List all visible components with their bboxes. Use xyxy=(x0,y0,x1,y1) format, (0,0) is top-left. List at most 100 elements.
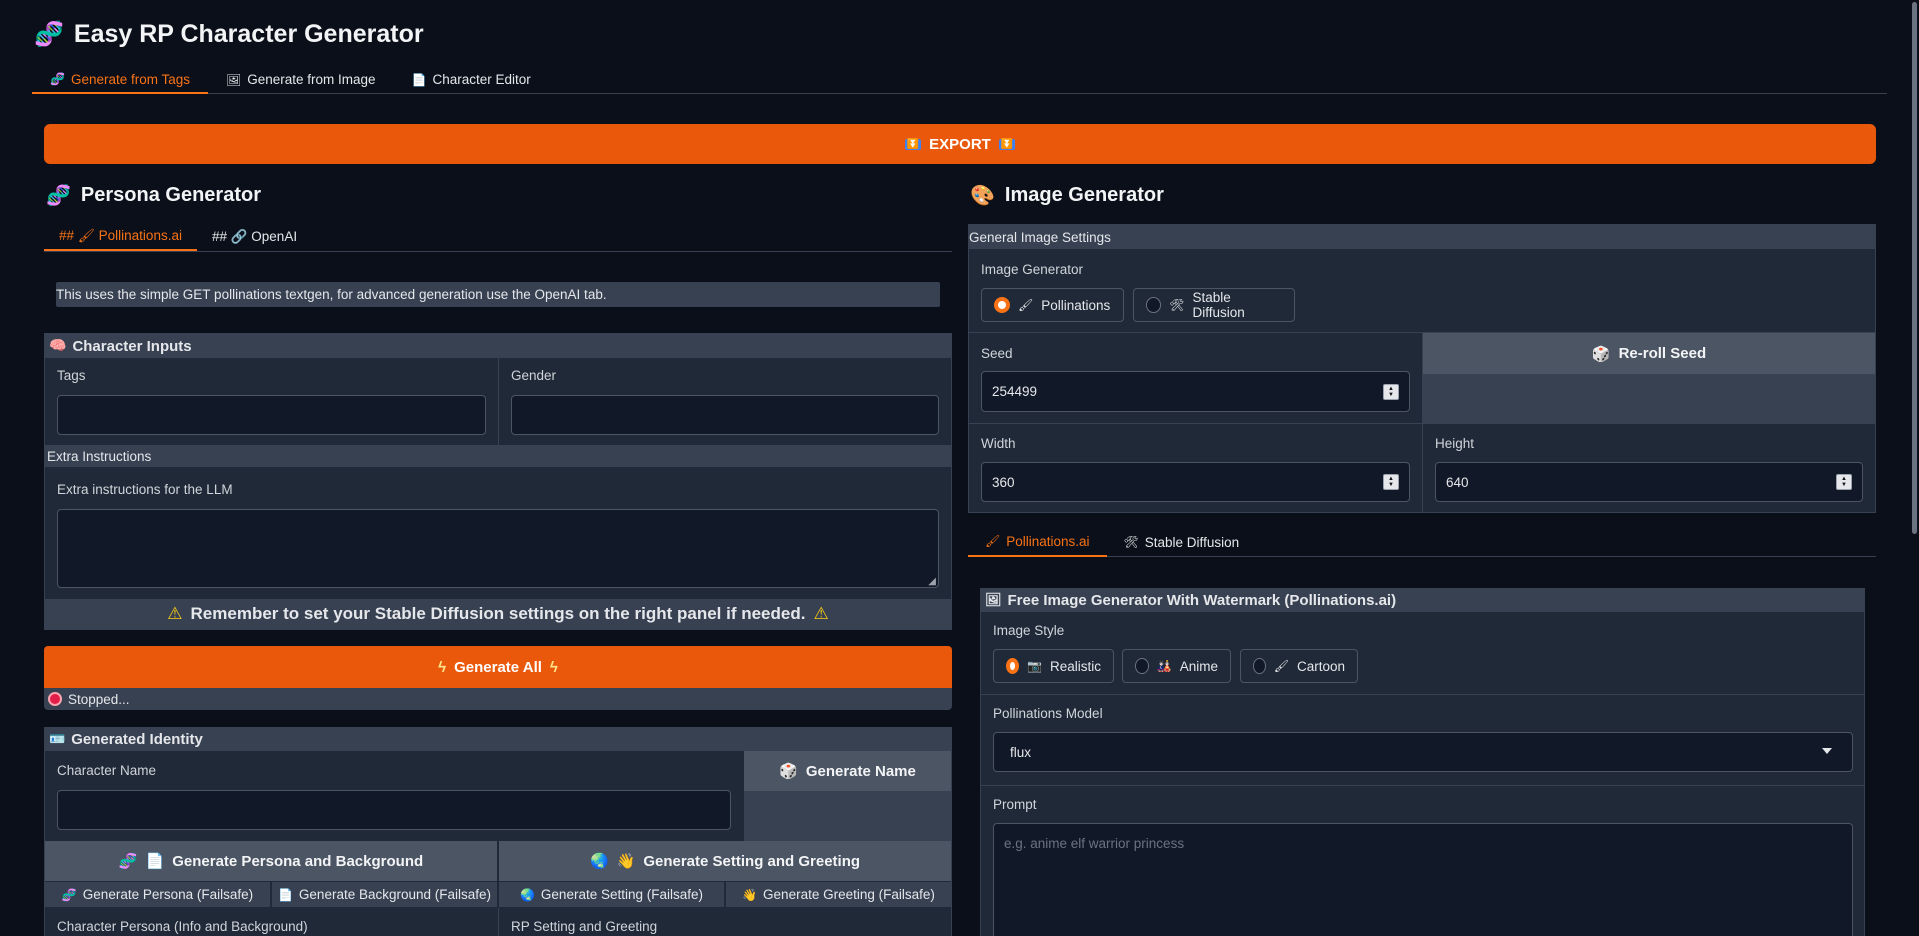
resize-handle-icon[interactable]: ◢ xyxy=(928,576,936,587)
radio-unselected-icon xyxy=(1253,658,1266,674)
globe-icon: 🌏 xyxy=(519,887,535,902)
page-icon: 📄 xyxy=(277,887,293,902)
dna-icon: 🧬 xyxy=(46,183,71,207)
width-label: Width xyxy=(981,436,1016,451)
tab-generate-from-image[interactable]: 🖼 Generate from Image xyxy=(208,66,394,93)
reroll-filler xyxy=(1423,374,1875,423)
brush-icon: 🖌 xyxy=(1273,659,1289,673)
generate-greeting-failsafe-button[interactable]: 👋 Generate Greeting (Failsafe) xyxy=(726,882,951,907)
generated-identity-header: 🪪 Generated Identity xyxy=(45,728,951,751)
dropdown-arrow-icon xyxy=(1822,748,1832,754)
waving-hand-icon: 👋 xyxy=(742,887,758,902)
dna-icon: 🧬 xyxy=(50,72,65,86)
main-tabs: 🧬 Generate from Tags 🖼 Generate from Ima… xyxy=(32,66,1887,94)
radio-selected-icon xyxy=(994,297,1010,313)
double-down-arrow-icon: ⏬ xyxy=(904,138,922,150)
divider xyxy=(969,423,1875,424)
radio-unselected-icon xyxy=(1135,658,1149,674)
persona-tabs: ## 🖌 Pollinations.ai ## 🔗 OpenAI xyxy=(44,223,952,252)
extra-instructions-label: Extra instructions for the LLM xyxy=(57,482,233,497)
seed-input[interactable]: 254499 ▲ ▼ xyxy=(981,371,1410,412)
general-image-settings-panel: General Image Settings Image Generator 🖌… xyxy=(968,224,1876,513)
divider xyxy=(981,785,1864,786)
warning-icon: ⚠ xyxy=(813,604,829,624)
radio-stable-diffusion[interactable]: 🛠 Stable Diffusion xyxy=(1133,288,1295,322)
status-bar: Stopped... xyxy=(44,688,952,710)
image-generator-label: Image Generator xyxy=(981,262,1084,277)
generate-persona-failsafe-button[interactable]: 🧬 Generate Persona (Failsafe) xyxy=(45,882,271,907)
picture-icon: 🖼 xyxy=(226,72,242,87)
gender-input[interactable] xyxy=(511,395,939,435)
radio-selected-icon xyxy=(1006,658,1020,674)
persona-generator-title: 🧬 Persona Generator xyxy=(46,183,261,207)
free-image-generator-panel: 🖼 Free Image Generator With Watermark (P… xyxy=(980,588,1865,936)
number-spinner-icon[interactable]: ▲ ▼ xyxy=(1383,474,1399,490)
prompt-textarea[interactable]: e.g. anime elf warrior princess xyxy=(993,823,1853,936)
width-input[interactable]: 360 ▲ ▼ xyxy=(981,462,1410,502)
extra-instructions-header: Extra Instructions xyxy=(45,445,951,467)
radio-unselected-icon xyxy=(1146,297,1162,313)
tags-field-group: Tags xyxy=(45,358,498,445)
tags-label: Tags xyxy=(57,368,86,383)
extra-instructions-textarea[interactable]: ◢ xyxy=(57,509,939,588)
picture-icon: 🖼 xyxy=(985,593,1002,608)
number-spinner-icon[interactable]: ▲ ▼ xyxy=(1836,474,1852,490)
dice-icon: 🎲 xyxy=(1591,344,1611,363)
character-name-label: Character Name xyxy=(57,763,157,778)
divider xyxy=(498,908,499,936)
rp-setting-label: RP Setting and Greeting xyxy=(511,919,658,934)
generate-background-failsafe-button[interactable]: 📄 Generate Background (Failsafe) xyxy=(272,882,498,907)
page-icon: 📄 xyxy=(145,852,165,870)
image-generator-title: 🎨 Image Generator xyxy=(970,183,1164,207)
generated-identity-panel: 🪪 Generated Identity Character Name 🎲 Ge… xyxy=(44,727,952,936)
height-input[interactable]: 640 ▲ ▼ xyxy=(1435,462,1863,502)
dice-icon: 🎲 xyxy=(779,762,798,780)
stopped-status-icon xyxy=(48,692,62,706)
export-button[interactable]: ⏬ EXPORT ⏬ xyxy=(44,124,1876,164)
tab-image-stable-diffusion[interactable]: 🛠 Stable Diffusion xyxy=(1107,527,1257,557)
generate-setting-failsafe-button[interactable]: 🌏 Generate Setting (Failsafe) xyxy=(499,882,725,907)
tab-generate-from-tags[interactable]: 🧬 Generate from Tags xyxy=(32,66,209,94)
status-text: Stopped... xyxy=(68,691,130,707)
tab-pollinations[interactable]: ## 🖌 Pollinations.ai xyxy=(44,223,197,251)
tools-icon: 🛠 xyxy=(1169,298,1185,312)
tags-input[interactable] xyxy=(57,395,486,435)
radio-cartoon[interactable]: 🖌 Cartoon xyxy=(1240,649,1358,683)
character-inputs-panel: 🧠 Character Inputs Tags Gender Extra Ins… xyxy=(44,333,952,630)
double-down-arrow-icon: ⏬ xyxy=(998,138,1016,150)
seed-label: Seed xyxy=(981,346,1013,361)
divider xyxy=(981,694,1864,695)
tab-image-pollinations[interactable]: 🖌 Pollinations.ai xyxy=(968,527,1107,557)
radio-realistic[interactable]: 📷 Realistic xyxy=(993,649,1114,683)
character-persona-label: Character Persona (Info and Background) xyxy=(57,919,308,934)
generate-persona-background-button[interactable]: 🧬 📄 Generate Persona and Background xyxy=(45,841,498,881)
character-name-input[interactable] xyxy=(57,790,731,830)
waving-hand-icon: 👋 xyxy=(616,852,636,870)
brain-icon: 🧠 xyxy=(49,338,67,354)
lightning-icon: ϟ xyxy=(438,658,447,676)
id-card-icon: 🪪 xyxy=(49,732,66,747)
height-label: Height xyxy=(1435,436,1475,451)
free-image-generator-header: 🖼 Free Image Generator With Watermark (P… xyxy=(981,589,1864,612)
dna-icon: 🧬 xyxy=(61,887,77,902)
image-style-label: Image Style xyxy=(993,623,1065,638)
paintbrush-icon: 🖌 xyxy=(985,534,1001,548)
radio-anime[interactable]: 🎎 Anime xyxy=(1122,649,1231,683)
number-spinner-icon[interactable]: ▲ ▼ xyxy=(1383,383,1399,400)
scrollbar-thumb[interactable] xyxy=(1912,2,1917,534)
lightning-icon: ϟ xyxy=(549,658,558,676)
camera-icon: 📷 xyxy=(1027,659,1042,673)
generate-setting-greeting-button[interactable]: 🌏 👋 Generate Setting and Greeting xyxy=(499,841,951,881)
globe-icon: 🌏 xyxy=(589,852,609,870)
generate-name-button[interactable]: 🎲 Generate Name xyxy=(744,751,951,791)
tab-character-editor[interactable]: 📄 Character Editor xyxy=(394,66,549,93)
scrollbar-track[interactable] xyxy=(1910,0,1919,936)
reroll-seed-button[interactable]: 🎲 Re-roll Seed xyxy=(1423,333,1875,374)
tools-icon: 🛠 xyxy=(1123,535,1139,549)
radio-pollinations[interactable]: 🖌 Pollinations xyxy=(981,288,1124,322)
generate-all-button[interactable]: ϟ Generate All ϟ xyxy=(44,646,952,688)
character-inputs-header: 🧠 Character Inputs xyxy=(45,334,951,358)
tab-openai[interactable]: ## 🔗 OpenAI xyxy=(197,223,312,250)
paintbrush-icon: 🖌 xyxy=(1018,298,1034,312)
pollinations-model-select[interactable]: flux xyxy=(993,732,1853,772)
